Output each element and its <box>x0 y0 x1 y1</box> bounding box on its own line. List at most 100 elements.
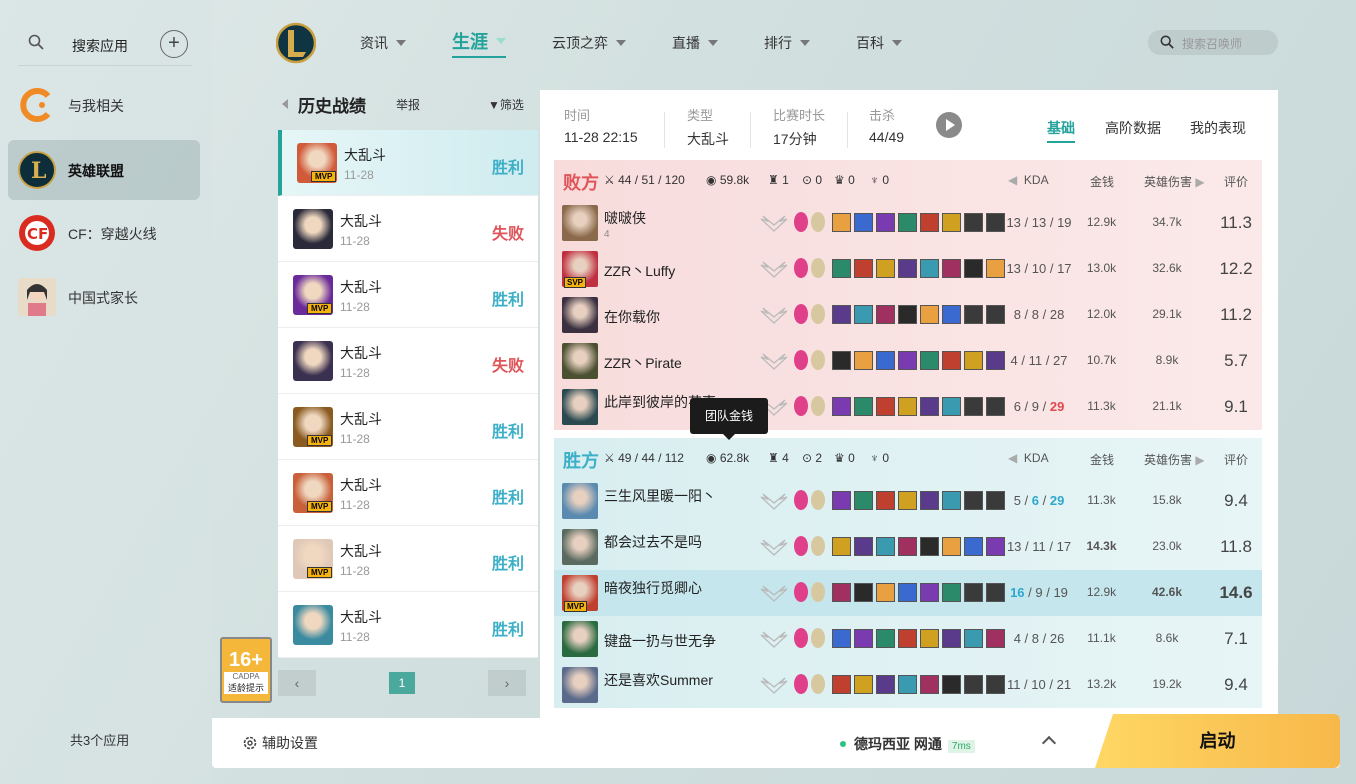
sidebar-item-lol[interactable]: L 英雄联盟 <box>8 140 200 200</box>
player-row[interactable]: ZZR丶Pirate 4 / 11 / 27 10.7k 8.9k 5.7 <box>554 338 1262 384</box>
player-row[interactable]: 在你载你 8 / 8 / 28 12.0k 29.1k 11.2 <box>554 292 1262 338</box>
keystone-rune-icon[interactable] <box>794 258 808 278</box>
item-slot[interactable] <box>964 397 983 416</box>
item-slot[interactable] <box>854 397 873 416</box>
item-slot[interactable] <box>942 305 961 324</box>
item-slot[interactable] <box>942 537 961 556</box>
server-selector[interactable]: 德玛西亚 网通 7ms <box>840 734 975 754</box>
secondary-rune-icon[interactable] <box>811 396 825 416</box>
secondary-rune-icon[interactable] <box>811 490 825 510</box>
keystone-rune-icon[interactable] <box>794 212 808 232</box>
keystone-rune-icon[interactable] <box>794 304 808 324</box>
item-slot[interactable] <box>876 305 895 324</box>
item-slot[interactable] <box>898 259 917 278</box>
lol-logo[interactable] <box>276 22 316 64</box>
item-slot[interactable] <box>920 629 939 648</box>
history-row[interactable]: MVP 大乱斗 11-28 胜利 <box>278 460 538 526</box>
item-slot[interactable] <box>832 491 851 510</box>
player-name[interactable]: 还是喜欢Summer <box>604 670 713 690</box>
item-slot[interactable] <box>920 213 939 232</box>
item-slot[interactable] <box>898 583 917 602</box>
player-row[interactable]: SVP ZZR丶Luffy 13 / 10 / 17 13.0k 32.6k 1… <box>554 246 1262 292</box>
item-slot[interactable] <box>964 629 983 648</box>
history-row[interactable]: MVP 大乱斗 11-28 胜利 <box>278 130 538 196</box>
chevron-up-icon[interactable] <box>1041 735 1057 751</box>
item-slot[interactable] <box>876 351 895 370</box>
secondary-rune-icon[interactable] <box>811 582 825 602</box>
champion-avatar[interactable] <box>562 297 598 333</box>
history-row[interactable]: MVP 大乱斗 11-28 胜利 <box>278 526 538 592</box>
page-number[interactable]: 1 <box>389 672 415 694</box>
item-slot[interactable] <box>920 259 939 278</box>
add-app-button[interactable]: + <box>160 30 188 58</box>
prev-page-button[interactable]: ‹ <box>278 670 316 696</box>
champion-avatar[interactable] <box>562 389 598 425</box>
keystone-rune-icon[interactable] <box>794 674 808 694</box>
item-slot[interactable] <box>832 583 851 602</box>
team-gold[interactable]: ◉ 59.8k <box>706 173 749 187</box>
sidebar-item-related[interactable]: 与我相关 <box>8 75 200 135</box>
sidebar-item-cf[interactable]: CF CF：穿越火线 <box>8 203 200 263</box>
item-slot[interactable] <box>854 259 873 278</box>
item-slot[interactable] <box>832 305 851 324</box>
item-slot[interactable] <box>920 351 939 370</box>
item-slot[interactable] <box>854 351 873 370</box>
player-name[interactable]: 暗夜独行觅卿心 <box>604 578 702 598</box>
item-slot[interactable] <box>942 213 961 232</box>
keystone-rune-icon[interactable] <box>794 582 808 602</box>
item-slot[interactable] <box>832 397 851 416</box>
player-name[interactable]: ZZR丶Luffy <box>604 261 675 281</box>
item-slot[interactable] <box>964 305 983 324</box>
item-slot[interactable] <box>898 629 917 648</box>
item-slot[interactable] <box>964 675 983 694</box>
player-row[interactable]: 此岸到彼岸的花事 6 / 9 / 29 11.3k 21.1k 9.1 <box>554 384 1262 430</box>
secondary-rune-icon[interactable] <box>811 258 825 278</box>
player-row[interactable]: 三生风里暖一阳丶 5 / 6 / 29 11.3k 15.8k 9.4 <box>554 478 1262 524</box>
player-name[interactable]: 在你载你 <box>604 307 660 327</box>
launch-button[interactable]: 启动 <box>1095 714 1340 768</box>
item-slot[interactable] <box>942 675 961 694</box>
item-slot[interactable] <box>832 629 851 648</box>
champion-avatar[interactable] <box>562 529 598 565</box>
secondary-rune-icon[interactable] <box>811 304 825 324</box>
next-page-button[interactable]: › <box>488 670 526 696</box>
champion-avatar[interactable] <box>562 667 598 703</box>
item-slot[interactable] <box>964 259 983 278</box>
score-column-header[interactable]: 评价 <box>1224 451 1248 468</box>
player-row[interactable]: 都会过去不是吗 13 / 11 / 17 14.3k 23.0k 11.8 <box>554 524 1262 570</box>
nav-tft[interactable]: 云顶之弈 <box>552 28 626 58</box>
item-slot[interactable] <box>854 583 873 602</box>
kda-column-header[interactable]: ◀ KDA <box>1008 451 1049 465</box>
damage-column-header[interactable]: 英雄伤害 ▶ <box>1144 451 1205 468</box>
item-slot[interactable] <box>942 351 961 370</box>
item-slot[interactable] <box>854 675 873 694</box>
filter-button[interactable]: ▼筛选 <box>488 96 524 113</box>
play-replay-icon[interactable] <box>936 112 962 138</box>
score-column-header[interactable]: 评价 <box>1224 173 1248 190</box>
item-slot[interactable] <box>832 259 851 278</box>
assist-settings-button[interactable]: 辅助设置 <box>242 733 318 753</box>
player-row[interactable]: 键盘一扔与世无争 4 / 8 / 26 11.1k 8.6k 7.1 <box>554 616 1262 662</box>
history-row[interactable]: 大乱斗 11-28 失败 <box>278 196 538 262</box>
item-slot[interactable] <box>920 491 939 510</box>
item-slot[interactable] <box>920 583 939 602</box>
item-slot[interactable] <box>942 583 961 602</box>
item-slot[interactable] <box>898 491 917 510</box>
player-name[interactable]: ZZR丶Pirate <box>604 353 682 373</box>
item-slot[interactable] <box>964 491 983 510</box>
champion-avatar[interactable] <box>562 483 598 519</box>
item-slot[interactable] <box>876 583 895 602</box>
item-slot[interactable] <box>876 397 895 416</box>
item-slot[interactable] <box>964 537 983 556</box>
item-slot[interactable] <box>832 213 851 232</box>
player-row[interactable]: 还是喜欢Summer 11 / 10 / 21 13.2k 19.2k 9.4 <box>554 662 1262 708</box>
nav-news[interactable]: 资讯 <box>360 28 406 58</box>
damage-column-header[interactable]: 英雄伤害 ▶ <box>1144 173 1205 190</box>
item-slot[interactable] <box>876 491 895 510</box>
item-slot[interactable] <box>942 629 961 648</box>
item-slot[interactable] <box>964 213 983 232</box>
tab-basic[interactable]: 基础 <box>1047 118 1075 143</box>
keystone-rune-icon[interactable] <box>794 396 808 416</box>
player-row[interactable]: 啵啵侠 4 13 / 13 / 19 12.9k 34.7k 11.3 <box>554 200 1262 246</box>
history-row[interactable]: 大乱斗 11-28 胜利 <box>278 592 538 658</box>
